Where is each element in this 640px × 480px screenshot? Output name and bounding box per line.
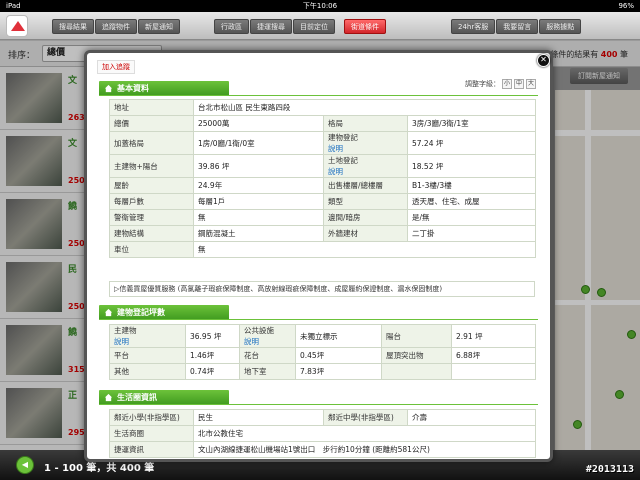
section-divider: [99, 319, 538, 320]
house-icon: [104, 308, 113, 317]
land-area-help-link[interactable]: 說明: [328, 166, 403, 177]
previous-page-button[interactable]: ◀: [16, 456, 34, 474]
basic-info-table: 地址 台北市松山區 民生東路四段 總價 25000萬 格局 3房/3廳/3衛/1室 加蓋…: [109, 99, 536, 258]
house-icon: [104, 393, 113, 402]
close-icon: ✕: [540, 55, 547, 64]
section-registered-header: 建物登記坪數: [99, 305, 229, 320]
close-modal-button[interactable]: ✕: [537, 54, 550, 67]
toolbar-middle-group: 行政區 捷運搜尋 目前定位 街道條件: [214, 19, 387, 34]
main-building-help-link[interactable]: 說明: [114, 336, 181, 347]
registered-area-table: 主建物 說明 36.95 坪公共設施 說明 未獨立標示 陽台 2.91 坪 平台 1.46坪花…: [109, 324, 536, 380]
life-info-table: 鄰近小學(非指學區) 民生 鄰近中學(非指學區) 介壽 生活商圈 北市公教住宅 捷運資訊…: [109, 409, 536, 458]
font-small-button[interactable]: 小: [502, 79, 512, 89]
font-medium-button[interactable]: 中: [514, 79, 524, 89]
font-size-label: 調整字級：: [465, 80, 500, 88]
toolbar-right-group: 24hr客服 我要留言 服務據點: [451, 19, 582, 34]
current-location-button[interactable]: 目前定位: [293, 19, 335, 34]
leave-message-button[interactable]: 我要留言: [496, 19, 539, 34]
home-logo-icon[interactable]: [6, 15, 28, 37]
new-listing-alert-button[interactable]: 新屋通知: [138, 19, 180, 34]
street-filter-button[interactable]: 街道條件: [344, 19, 386, 34]
battery-level: 96%: [618, 2, 634, 10]
section-divider: [99, 95, 538, 96]
status-bar: iPad 下午10:06 96%: [0, 0, 640, 12]
district-button[interactable]: 行政區: [214, 19, 249, 34]
listing-detail-modal: 加入追蹤 調整字級： 小 中 大 基本資料 地址 台北市松山區 民生東路四段 總價…: [84, 50, 553, 462]
toolbar-left-group: 搜尋結果 追蹤物件 新屋通知: [52, 19, 181, 34]
service-guarantee-note: ▷信義買屋優質服務 (高氯離子瑕疵保障制度、高放射線瑕疵保障制度、成屋履約保證制…: [109, 281, 535, 297]
customer-service-button[interactable]: 24hr客服: [451, 19, 496, 34]
watermark: #2013113: [585, 464, 634, 475]
public-facility-help-link[interactable]: 說明: [244, 336, 291, 347]
search-results-button[interactable]: 搜尋結果: [52, 19, 94, 34]
house-icon: [104, 84, 113, 93]
section-life-header: 生活圈資訊: [99, 390, 229, 405]
font-large-button[interactable]: 大: [526, 79, 536, 89]
service-locations-button[interactable]: 服務據點: [539, 19, 582, 34]
top-toolbar: 搜尋結果 追蹤物件 新屋通知 行政區 捷運搜尋 目前定位 街道條件 24hr客服…: [0, 12, 640, 40]
mrt-search-button[interactable]: 捷運搜尋: [250, 19, 292, 34]
font-size-control: 調整字級： 小 中 大: [465, 79, 536, 89]
section-basic-header: 基本資料: [99, 81, 229, 96]
clock: 下午10:06: [302, 2, 338, 10]
building-area-help-link[interactable]: 說明: [328, 143, 403, 154]
add-to-tracking-button[interactable]: 加入追蹤: [97, 60, 135, 74]
section-divider: [99, 404, 538, 405]
tracked-items-button[interactable]: 追蹤物件: [95, 19, 137, 34]
